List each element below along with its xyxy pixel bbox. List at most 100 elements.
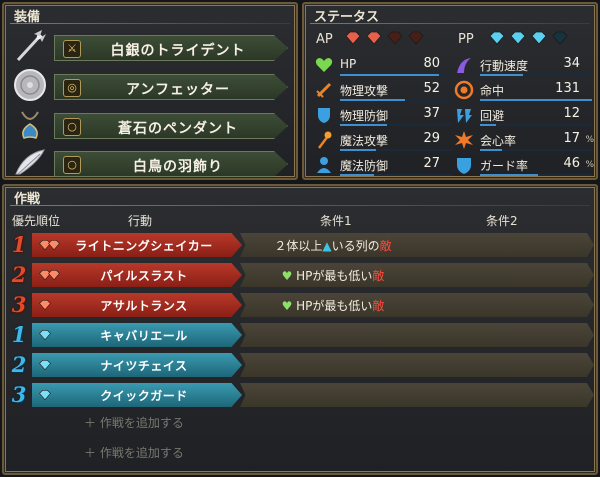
add-tactic-button[interactable]: ＋ 作戦を追加する <box>84 414 184 431</box>
action-button[interactable]: ナイツチェイス <box>32 353 242 377</box>
tactic-row[interactable]: 2 ナイツチェイス <box>8 352 594 378</box>
condition1-slot[interactable] <box>240 383 426 407</box>
stat-bar <box>480 174 592 176</box>
evade-icon <box>457 109 472 123</box>
condition1-target: 敵 <box>372 269 385 283</box>
stat-hp: HP 80 <box>314 54 454 76</box>
priority-number: 1 <box>11 232 27 257</box>
condition1-target: 敵 <box>372 299 385 313</box>
action-button[interactable]: アサルトランス <box>32 293 242 317</box>
stat-bar <box>480 124 592 126</box>
equip-row-feather[interactable]: ○ 白鳥の羽飾り <box>8 144 294 180</box>
divider <box>10 205 590 206</box>
burst-icon <box>455 131 473 149</box>
shield-icon <box>457 158 471 174</box>
action-name: ライトニングシェイカー <box>75 239 213 253</box>
stat-speed: 行動速度 34 <box>454 54 594 76</box>
priority-number: 3 <box>11 382 27 407</box>
stat-bar <box>480 99 592 101</box>
tactic-row[interactable]: 3 アサルトランス ♥ HPが最も低い敵 <box>8 292 594 318</box>
condition1-slot[interactable]: ♥ HPが最も低い敵 <box>240 293 426 317</box>
condition1-slot[interactable] <box>240 323 426 347</box>
header-action: 行動 <box>128 214 153 228</box>
tactic-row[interactable]: 3 クイックガード <box>8 382 594 408</box>
condition2-slot[interactable] <box>418 323 594 347</box>
mage-armor-icon <box>317 157 331 173</box>
equip-row-weapon[interactable]: ⚔ 白銀のトライデント <box>8 28 294 64</box>
stat-value: 46 <box>563 156 580 171</box>
stat-bar <box>340 74 452 76</box>
ap-gem-icon <box>387 31 403 45</box>
triangle-icon: ▲ <box>322 239 332 253</box>
condition2-slot[interactable] <box>418 263 594 287</box>
add-tactic-button[interactable]: ＋ 作戦を追加する <box>84 444 184 461</box>
stat-bar <box>340 99 452 101</box>
ap-label: AP <box>316 32 333 47</box>
pp-gem-icon <box>552 31 568 45</box>
condition2-slot[interactable] <box>418 233 594 257</box>
status-panel: ステータス AP PP HP 80 物理攻撃 52 物理防御 37 魔法攻撃 2… <box>302 2 598 180</box>
condition1-mid: HPが最も低い <box>296 299 373 313</box>
sword-icon <box>316 82 332 98</box>
stat-critical: 会心率 17 % <box>454 129 594 151</box>
ap-gem-icon <box>366 31 382 45</box>
speed-icon <box>457 58 471 73</box>
trident-icon <box>16 30 46 62</box>
equip-slot-feather[interactable]: ○ 白鳥の羽飾り <box>54 151 288 177</box>
action-button[interactable]: パイルスラスト <box>32 263 242 287</box>
action-button[interactable]: ライトニングシェイカー <box>32 233 242 257</box>
stat-label: 魔法防御 <box>340 159 389 173</box>
stat-bar <box>340 174 452 176</box>
stat-phys-atk: 物理攻撃 52 <box>314 79 454 101</box>
cost-gem-icon <box>39 360 51 371</box>
accessory-slot-icon: ○ <box>63 118 81 136</box>
stat-value: 52 <box>423 81 440 96</box>
feather-icon <box>15 149 45 175</box>
condition1-text: ２体以上▲いる列の敵 <box>240 237 426 254</box>
condition2-slot[interactable] <box>418 353 594 377</box>
stat-mag-def: 魔法防御 27 <box>314 154 454 176</box>
tactic-row[interactable]: 1 キャバリエール <box>8 322 594 348</box>
pp-gem-icon <box>489 31 505 45</box>
equip-slot-weapon[interactable]: ⚔ 白銀のトライデント <box>54 35 288 61</box>
priority-number: 1 <box>11 322 27 347</box>
condition1-slot[interactable]: ２体以上▲いる列の敵 <box>240 233 426 257</box>
stat-value: 37 <box>423 106 440 121</box>
tactic-row[interactable]: 1 ライトニングシェイカー ２体以上▲いる列の敵 <box>8 232 594 258</box>
equip-row-pendant[interactable]: ○ 蒼石のペンダント <box>8 106 294 142</box>
equipment-panel: 装備 ⚔ 白銀のトライデント ◎ アンフェッター ○ 蒼石のペンダント ○ 白鳥… <box>2 2 298 180</box>
priority-number: 2 <box>11 352 27 377</box>
stat-label: 魔法攻撃 <box>340 134 389 148</box>
action-name: ナイツチェイス <box>100 359 188 373</box>
action-button[interactable]: クイックガード <box>32 383 242 407</box>
stat-unit: % <box>585 160 594 170</box>
stat-unit: % <box>585 135 594 145</box>
action-name: クイックガード <box>100 389 188 403</box>
equip-slot-pendant[interactable]: ○ 蒼石のペンダント <box>54 113 288 139</box>
condition1-target: 敵 <box>379 239 392 253</box>
ap-gem-icon <box>408 31 424 45</box>
equip-row-shield[interactable]: ◎ アンフェッター <box>8 67 294 103</box>
condition2-slot[interactable] <box>418 293 594 317</box>
stat-value: 29 <box>423 131 440 146</box>
stat-value: 131 <box>555 81 580 96</box>
condition1-text: ♥ HPが最も低い敵 <box>240 297 426 314</box>
cost-gem-icon <box>39 390 51 401</box>
condition1-slot[interactable] <box>240 353 426 377</box>
tactic-row[interactable]: 2 パイルスラスト ♥ HPが最も低い敵 <box>8 262 594 288</box>
stat-label: ガード率 <box>480 159 529 173</box>
equip-slot-shield[interactable]: ◎ アンフェッター <box>54 74 288 100</box>
equip-name-shield: アンフェッター <box>125 82 231 98</box>
action-name: アサルトランス <box>100 299 188 313</box>
stat-value: 17 <box>563 131 580 146</box>
pp-gem-icon <box>510 31 526 45</box>
ap-gem-icon <box>345 31 361 45</box>
equip-name-pendant: 蒼石のペンダント <box>118 121 238 137</box>
tactics-panel: 作戦 優先順位 行動 条件1 条件2 1 ライトニングシェイカー ２体以上▲いる列の… <box>2 184 598 475</box>
stat-label: HP <box>340 57 357 71</box>
heart-icon: ♥ <box>281 269 293 283</box>
condition1-slot[interactable]: ♥ HPが最も低い敵 <box>240 263 426 287</box>
stat-label: 会心率 <box>480 134 517 148</box>
condition2-slot[interactable] <box>418 383 594 407</box>
action-button[interactable]: キャバリエール <box>32 323 242 347</box>
